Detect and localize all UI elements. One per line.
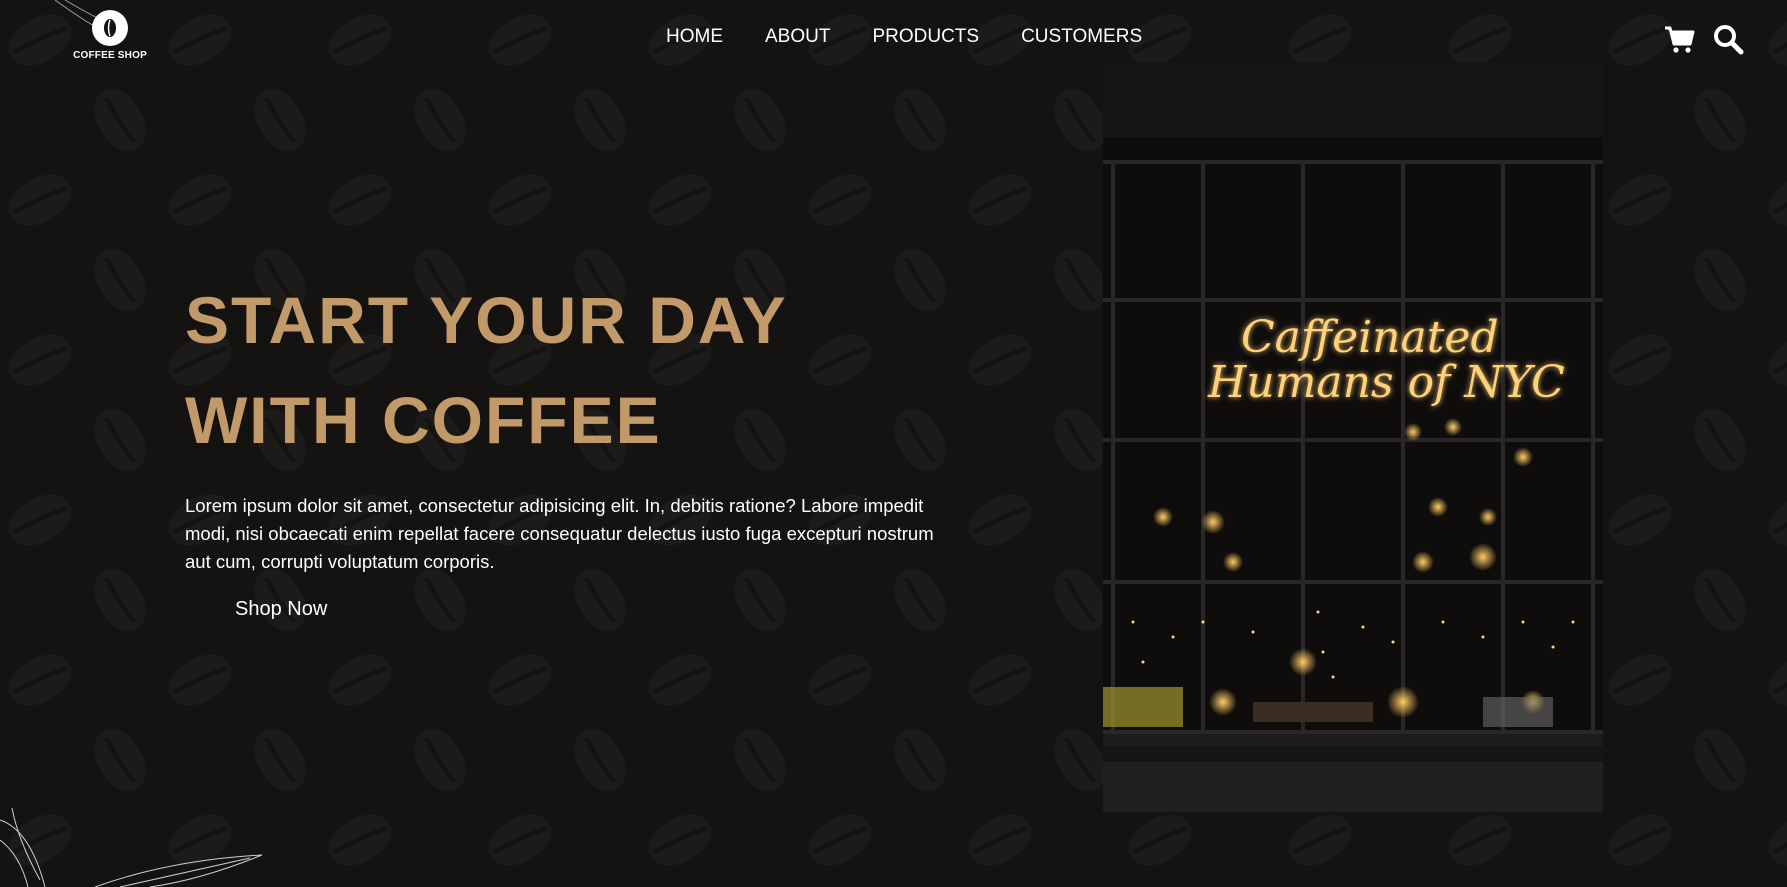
hero-image: Caffeinated Caffeinated Humans of NYC Hu… (1103, 62, 1603, 812)
hero-title: START YOUR DAY WITH COFFEE (185, 270, 945, 470)
nav-about[interactable]: ABOUT (765, 26, 830, 48)
coffee-bean-logo-icon (92, 10, 128, 46)
nav-customers[interactable]: CUSTOMERS (1021, 26, 1142, 48)
nav-home[interactable]: HOME (666, 26, 723, 48)
shop-now-button[interactable]: Shop Now (235, 598, 327, 621)
hero-description: Lorem ipsum dolor sit amet, consectetur … (185, 495, 934, 572)
cart-icon[interactable] (1664, 23, 1696, 55)
leaf-decoration-bottom-icon (0, 807, 263, 887)
hero-title-line-2: WITH COFFEE (185, 383, 662, 457)
hero-section: START YOUR DAY WITH COFFEE Lorem ipsum d… (185, 270, 945, 621)
site-header: COFFEE SHOP HOME ABOUT PRODUCTS CUSTOMER… (0, 0, 1787, 80)
hero-title-line-1: START YOUR DAY (185, 283, 788, 357)
brand-name: COFFEE SHOP (73, 50, 147, 61)
main-nav: HOME ABOUT PRODUCTS CUSTOMERS (666, 26, 1184, 48)
brand-logo[interactable]: COFFEE SHOP (70, 10, 150, 61)
neon-sign-line-1-sharp: Caffeinated (1241, 312, 1499, 363)
neon-sign-line-2-sharp: Humans of NYC (1207, 357, 1565, 408)
storefront-window-illustration: Caffeinated Caffeinated Humans of NYC Hu… (1103, 62, 1603, 812)
nav-products[interactable]: PRODUCTS (872, 26, 979, 48)
header-actions (1664, 23, 1744, 55)
search-icon[interactable] (1712, 23, 1744, 55)
